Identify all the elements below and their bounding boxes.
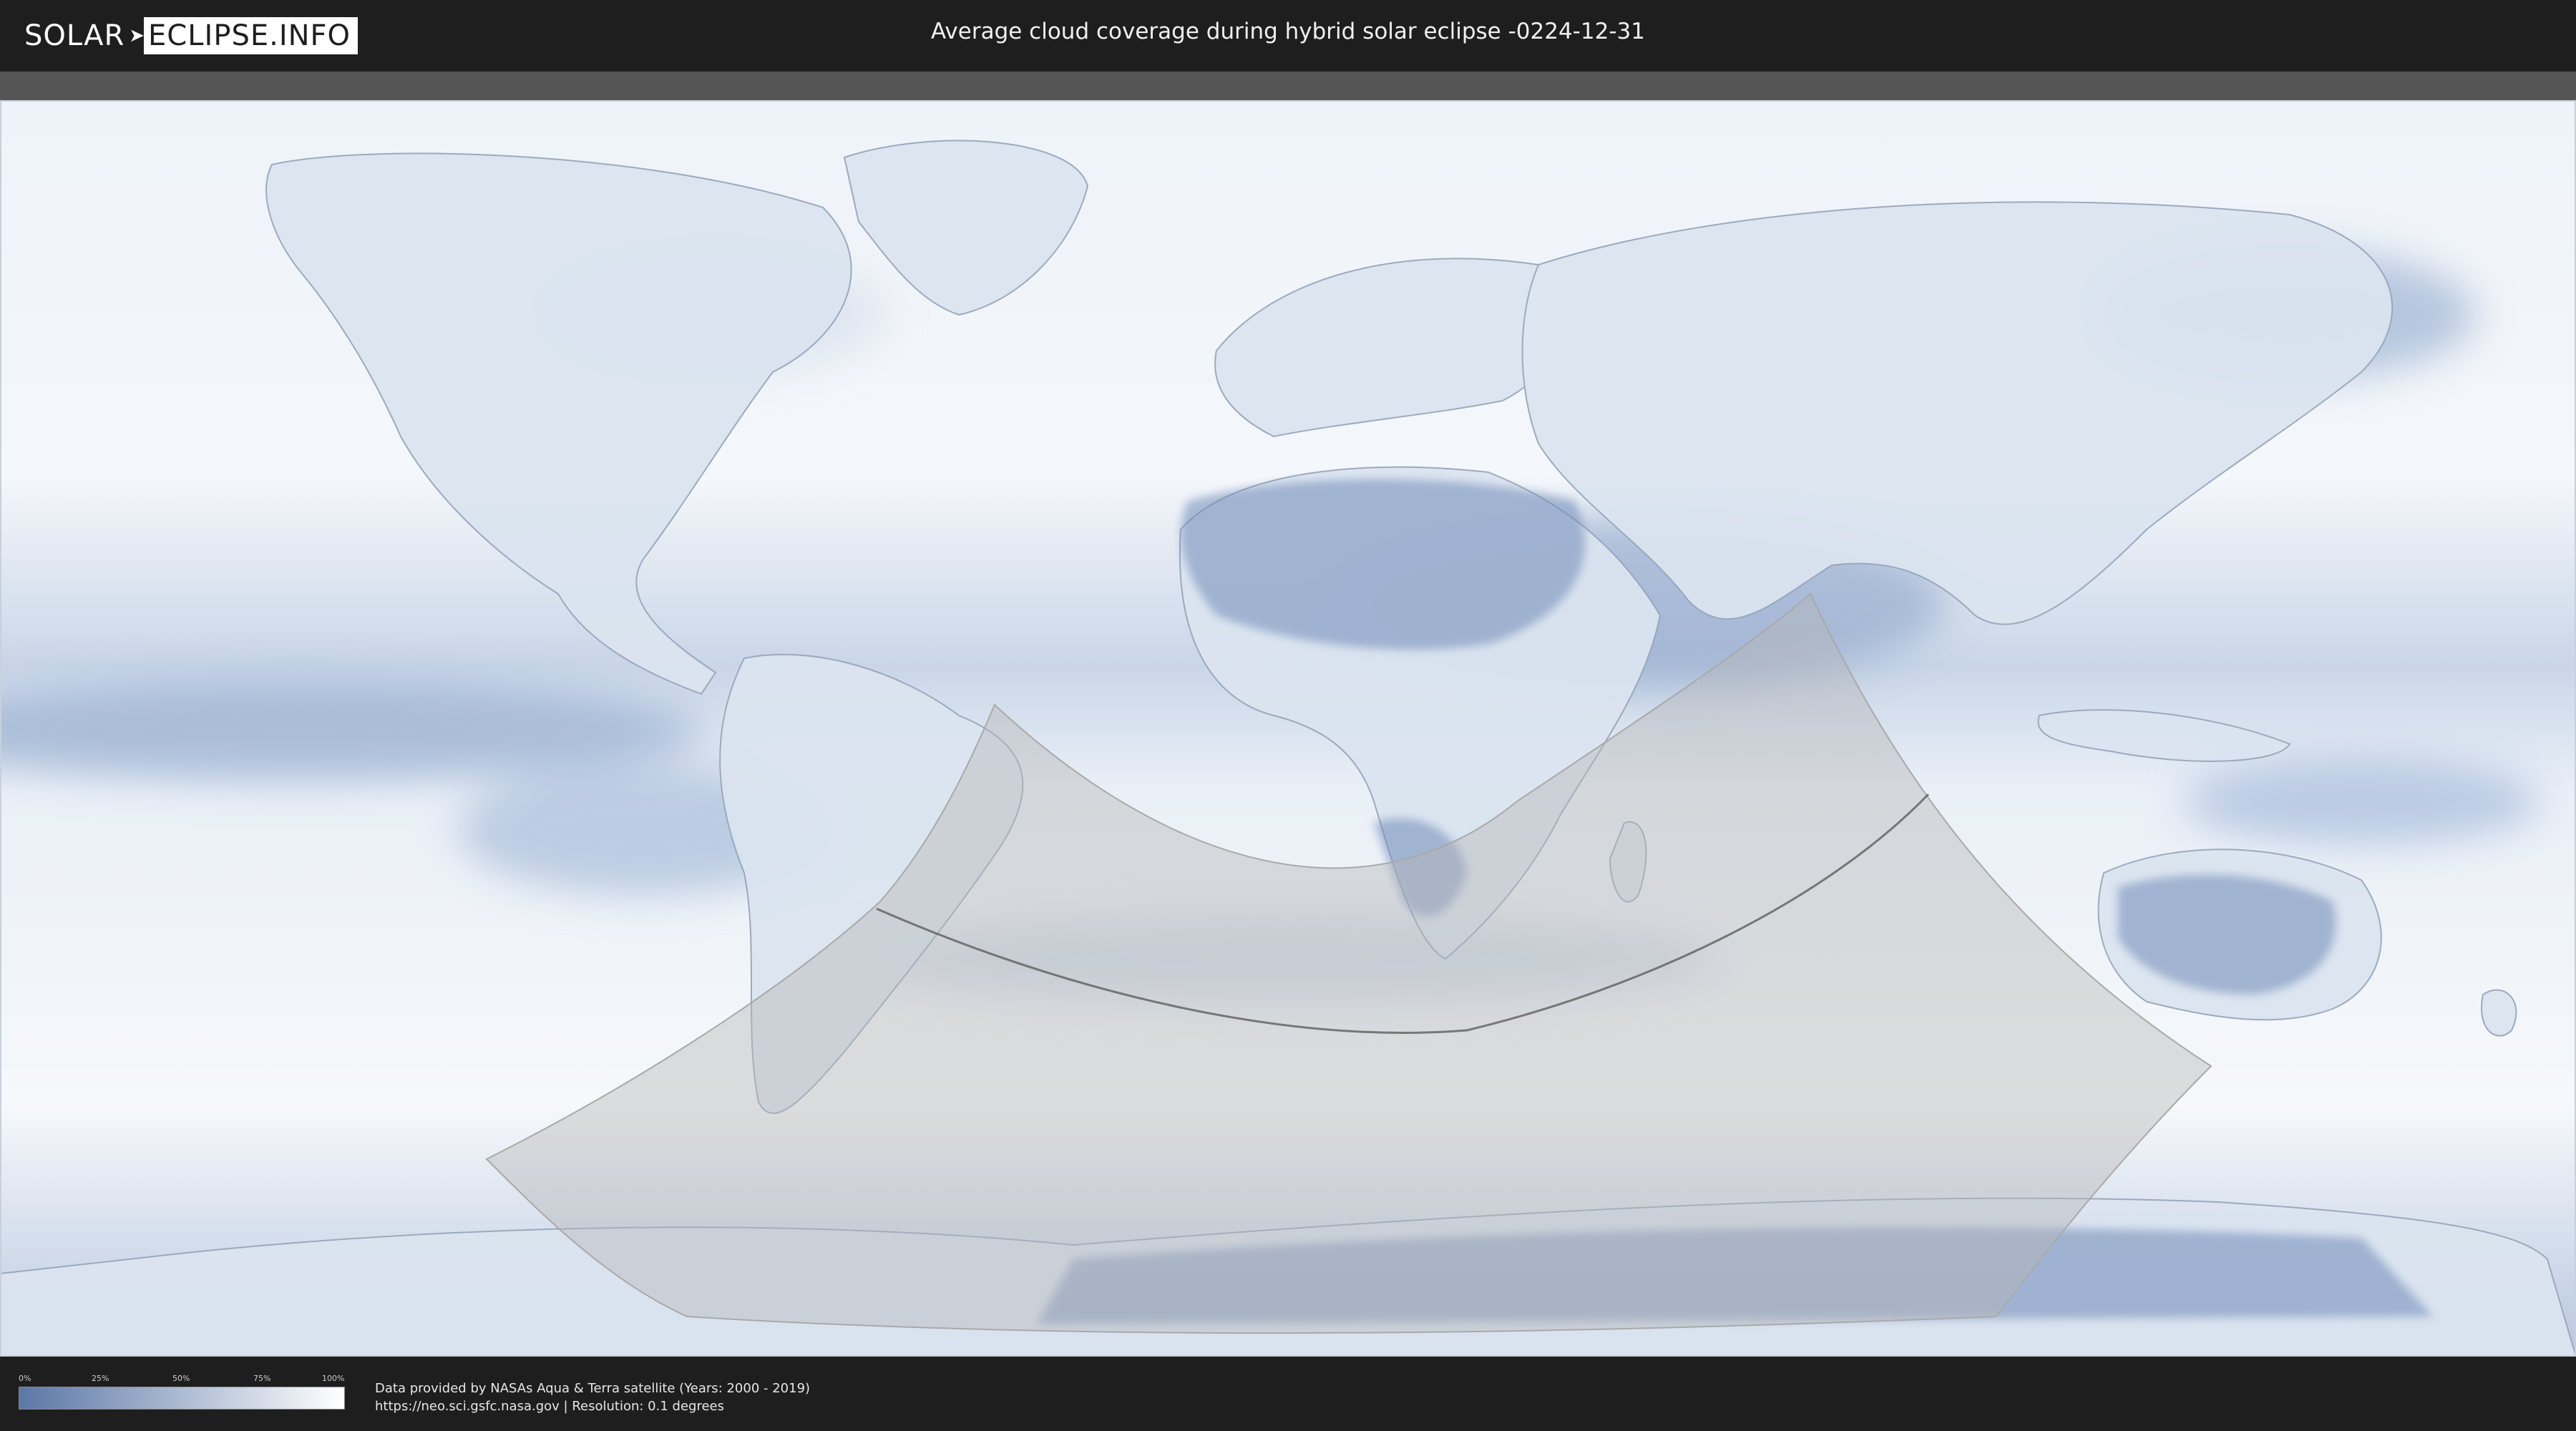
footer: 0% 25% 50% 75% 100% Data provided by NAS… [0, 1357, 2576, 1431]
legend-tick-50: 50% [172, 1374, 190, 1383]
legend-tick-0: 0% [19, 1374, 31, 1383]
legend-tick-75: 75% [253, 1374, 271, 1383]
legend-ticks: 0% 25% 50% 75% 100% [19, 1371, 345, 1385]
cloud-coverage-legend: 0% 25% 50% 75% 100% [19, 1371, 345, 1410]
map-canvas [0, 100, 2576, 1357]
page-title: Average cloud coverage during hybrid sol… [931, 19, 1645, 44]
legend-tick-100: 100% [322, 1374, 345, 1383]
header: SOLAR ➤ ECLIPSE.INFO Average cloud cover… [0, 0, 2576, 72]
data-credits: Data provided by NASAs Aqua & Terra sate… [375, 1379, 810, 1415]
header-divider [0, 72, 2576, 100]
credits-line-source: Data provided by NASAs Aqua & Terra sate… [375, 1381, 811, 1396]
new-zealand [2481, 989, 2517, 1037]
credits-line-url[interactable]: https://neo.sci.gsfc.nasa.gov | Resoluti… [375, 1397, 810, 1415]
cloud-coverage-map[interactable] [0, 100, 2576, 1357]
legend-color-bar [19, 1387, 345, 1410]
legend-tick-25: 25% [92, 1374, 109, 1383]
